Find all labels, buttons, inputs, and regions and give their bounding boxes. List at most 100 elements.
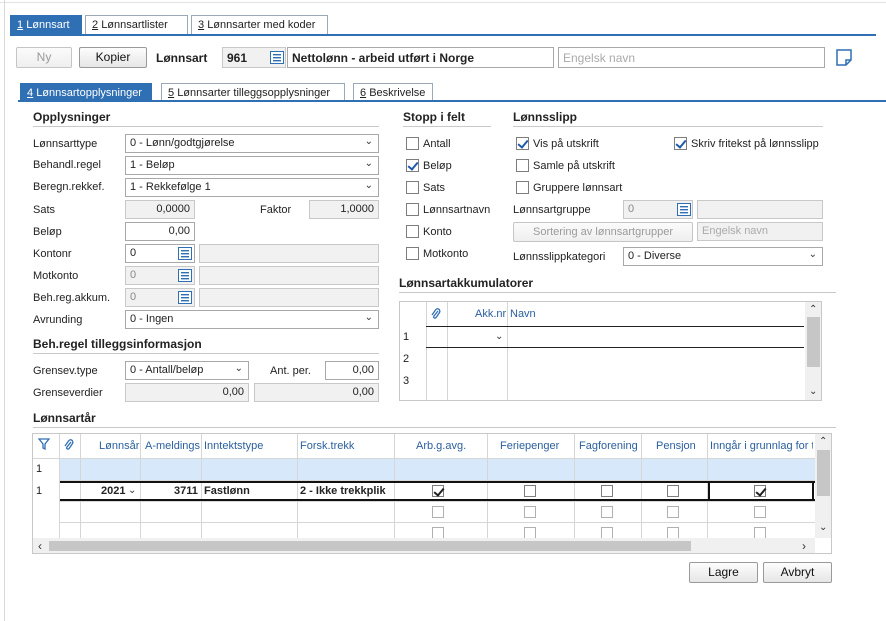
cell-lonnsar[interactable]: 2021 [101, 485, 125, 497]
ant-per-field[interactable]: 0,00 [325, 361, 379, 380]
arb-g-avg-checkbox[interactable] [432, 506, 444, 518]
lookup-icon[interactable] [178, 247, 192, 260]
scroll-right-icon[interactable]: › [802, 539, 806, 553]
stopp-antall-checkbox[interactable] [406, 137, 419, 150]
sortering-engelsk-field[interactable]: Engelsk navn [697, 222, 823, 241]
col-inntektstype-header[interactable]: Inntektstype [204, 440, 263, 452]
chevron-down-icon[interactable]: ⌄ [128, 485, 136, 496]
tab-beskrivelse[interactable]: 6 Beskrivelse [353, 83, 433, 101]
lonnsarttype-label: Lønnsarttype [33, 138, 98, 150]
filter-icon[interactable] [37, 438, 51, 453]
scroll-thumb[interactable] [817, 450, 830, 496]
arb-g-avg-checkbox[interactable] [432, 485, 444, 497]
col-pensjon-header[interactable]: Pensjon [656, 440, 696, 452]
cell-inntektstype[interactable]: Fastlønn [204, 485, 250, 497]
stopp-antall-label: Antall [423, 138, 451, 150]
lonnsslippkategori-select[interactable]: 0 - Diverse ⌄ [623, 247, 823, 266]
stopp-lonnsartnavn-checkbox[interactable] [406, 203, 419, 216]
col-fagforening-header[interactable]: Fagforening [579, 440, 638, 452]
feriepenger-checkbox[interactable] [524, 506, 536, 518]
col-inngar-header[interactable]: Inngår i grunnlag for t [710, 440, 813, 452]
lonnsartar-grid[interactable]: Lønnsår A-meldings Inntektstype Forsk.tr… [32, 433, 832, 554]
pensjon-checkbox[interactable] [667, 506, 679, 518]
scrollbar[interactable]: ⌃ ⌄ [805, 302, 821, 400]
scroll-thumb[interactable] [49, 541, 691, 551]
feriepenger-checkbox[interactable] [524, 485, 536, 497]
lookup-icon[interactable] [178, 291, 192, 304]
grenseverdi-1-field[interactable]: 0,00 [125, 383, 249, 402]
akkumulator-grid[interactable]: Akk.nr Navn 1 2 3 ⌄ ⌃ ⌄ [399, 301, 822, 401]
tab-label: Lønnsartlister [101, 19, 168, 31]
inngar-checkbox[interactable] [754, 485, 766, 497]
avrunding-select[interactable]: 0 - Ingen ⌄ [125, 310, 379, 329]
stopp-belop-checkbox[interactable] [406, 159, 419, 172]
faktor-field[interactable]: 1,0000 [309, 200, 379, 219]
tab-label: Lønnsarter med koder [207, 19, 316, 31]
select-value: 1 - Rekkefølge 1 [130, 181, 211, 193]
col-feriepenger-header[interactable]: Feriepenger [500, 440, 559, 452]
tab-lonnsart[interactable]: 1 Lønnsart [10, 15, 82, 34]
sortering-button[interactable]: Sortering av lønnsartgrupper [513, 222, 693, 242]
lonnsarttype-select[interactable]: 0 - Lønn/godtgjørelse ⌄ [125, 134, 379, 153]
cancel-button[interactable]: Avbryt [763, 562, 832, 583]
tab-label: Lønnsart [26, 19, 70, 31]
save-button[interactable]: Lagre [689, 562, 758, 583]
lonnsart-label: Lønnsart [156, 51, 208, 65]
chevron-down-icon: ⌄ [364, 180, 373, 191]
stopp-motkonto-checkbox[interactable] [406, 247, 419, 260]
copy-button[interactable]: Kopier [79, 47, 147, 68]
new-button[interactable]: Ny [16, 47, 72, 68]
lonnsartgruppe-label: Lønnsartgruppe [513, 204, 591, 216]
cell-ameldings[interactable]: 3711 [174, 485, 198, 497]
scrollbar[interactable]: ⌃ ⌄ [815, 434, 831, 538]
samle-pa-utskrift-checkbox[interactable] [516, 159, 529, 172]
lookup-icon[interactable] [677, 203, 691, 216]
stopp-sats-checkbox[interactable] [406, 181, 419, 194]
tab-lonnsartopplysninger[interactable]: 4 Lønnsartopplysninger [20, 83, 152, 101]
note-icon[interactable] [836, 49, 852, 69]
col-akknr-header[interactable]: Akk.nr [475, 308, 506, 320]
grenseverdi-2-field[interactable]: 0,00 [254, 383, 379, 402]
tab-lonnsartlister[interactable]: 2 Lønnsartlister [85, 15, 188, 34]
lookup-icon[interactable] [270, 51, 284, 64]
scroll-up-icon[interactable]: ⌃ [809, 304, 817, 315]
grid-line [426, 302, 427, 400]
cell-forsk-trekk[interactable]: 2 - Ikke trekkplik [300, 485, 394, 497]
inngar-checkbox[interactable] [754, 506, 766, 518]
vis-pa-utskrift-checkbox[interactable] [516, 137, 529, 150]
english-name-field[interactable]: Engelsk navn [558, 47, 825, 68]
lonnsartgruppe-name-field [697, 200, 823, 219]
scroll-down-icon[interactable]: ⌄ [819, 522, 827, 533]
scroll-down-icon[interactable]: ⌄ [809, 386, 817, 397]
belop-field[interactable]: 0,00 [125, 222, 195, 241]
fagforening-checkbox[interactable] [601, 506, 613, 518]
gruppere-lonnsart-checkbox[interactable] [516, 181, 529, 194]
tab-lonnsarter-med-koder[interactable]: 3 Lønnsarter med koder [191, 15, 328, 34]
horizontal-scrollbar[interactable]: ‹ › [33, 538, 815, 553]
sats-field[interactable]: 0,0000 [125, 200, 195, 219]
lonnsart-name-field[interactable]: Nettolønn - arbeid utført i Norge [287, 47, 554, 68]
scroll-left-icon[interactable]: ‹ [38, 539, 42, 553]
col-navn-header[interactable]: Navn [510, 308, 536, 320]
lookup-icon[interactable] [178, 269, 192, 282]
attachment-icon[interactable] [430, 307, 441, 324]
stopp-konto-checkbox[interactable] [406, 225, 419, 238]
behandl-regel-label: Behandl.regel [33, 159, 101, 171]
beregn-rekkef-select[interactable]: 1 - Rekkefølge 1 ⌄ [125, 178, 379, 197]
pensjon-checkbox[interactable] [667, 485, 679, 497]
col-forsk-trekk-header[interactable]: Forsk.trekk [300, 440, 354, 452]
fagforening-checkbox[interactable] [601, 485, 613, 497]
skriv-fritekst-checkbox[interactable] [674, 137, 687, 150]
col-arb-g-avg-header[interactable]: Arb.g.avg. [416, 440, 466, 452]
grensev-type-select[interactable]: 0 - Antall/beløp ⌄ [125, 361, 249, 380]
chevron-down-icon: ⌄ [364, 312, 373, 323]
scroll-up-icon[interactable]: ⌃ [819, 436, 827, 447]
attachment-icon[interactable] [63, 438, 74, 455]
col-ameldings-header[interactable]: A-meldings [145, 440, 200, 452]
new-row[interactable] [60, 459, 815, 480]
scroll-thumb[interactable] [807, 317, 820, 367]
chevron-down-icon[interactable]: ⌄ [495, 331, 503, 342]
tab-lonnsarter-tilleggsopplysninger[interactable]: 5 Lønnsarter tilleggsopplysninger [161, 83, 345, 101]
col-lonnsar-header[interactable]: Lønnsår [99, 440, 139, 452]
behandl-regel-select[interactable]: 1 - Beløp ⌄ [125, 156, 379, 175]
